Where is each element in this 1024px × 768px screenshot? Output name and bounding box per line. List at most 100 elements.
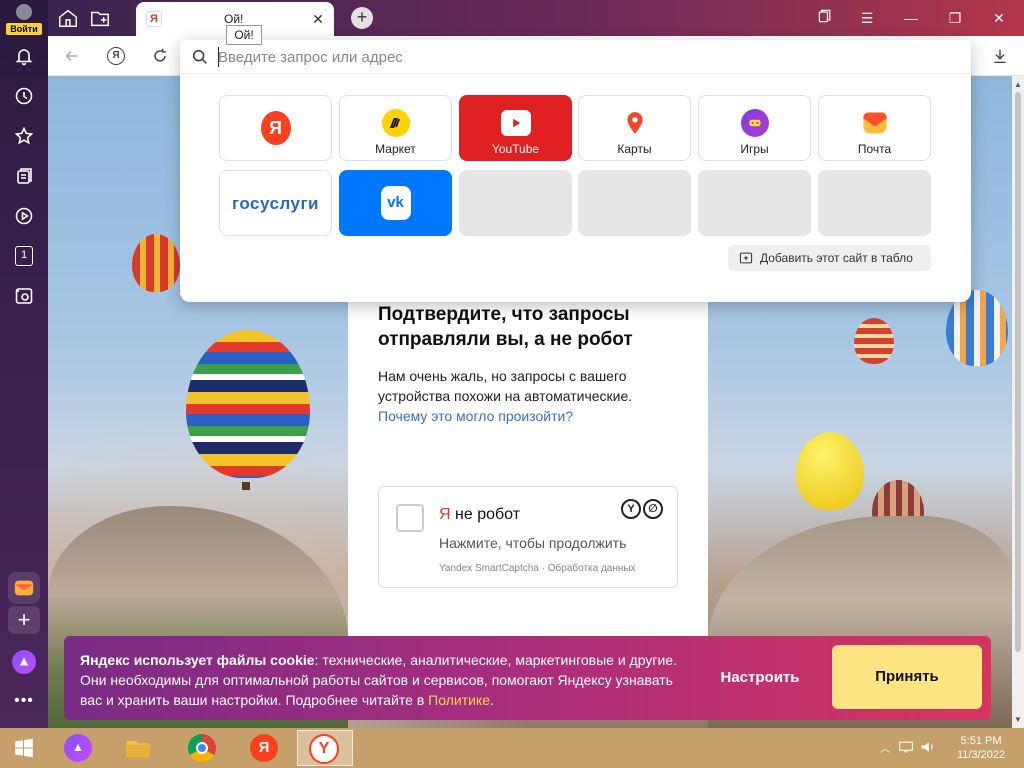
user-avatar-icon xyxy=(16,4,32,20)
close-window-icon[interactable]: ✕ xyxy=(988,8,1010,28)
policy-link[interactable]: Политике xyxy=(428,692,490,708)
balloon-image xyxy=(854,318,894,364)
tab-title: Ой! xyxy=(224,12,244,26)
reload-icon[interactable] xyxy=(148,44,172,68)
add-site-label: Добавить этот сайт в табло xyxy=(760,251,913,265)
search-icon xyxy=(192,49,207,64)
scroll-up-icon[interactable]: ▲ xyxy=(1014,80,1022,89)
tile-yandex[interactable]: Я xyxy=(219,95,332,161)
address-bar xyxy=(180,40,971,74)
notifications-bell-icon[interactable] xyxy=(12,44,36,68)
restore-icon[interactable]: ❐ xyxy=(944,8,966,28)
cookie-banner: Яндекс использует файлы cookie: техничес… xyxy=(64,636,991,720)
volume-icon[interactable] xyxy=(920,740,936,754)
not-robot-text: не робот xyxy=(455,506,521,523)
smartcaptcha-logo-icon: Y ∅ xyxy=(621,499,665,521)
tabs-counter-icon[interactable]: 1 xyxy=(12,244,36,268)
back-arrow-icon[interactable] xyxy=(60,44,84,68)
chrome-icon[interactable] xyxy=(186,732,218,764)
cookie-end: . xyxy=(490,692,494,708)
balloon-image xyxy=(796,432,864,510)
captcha-description-text: Нам очень жаль, но запросы с вашего устр… xyxy=(378,368,633,404)
minimize-icon[interactable]: — xyxy=(900,8,922,28)
alice-assistant-icon[interactable] xyxy=(12,650,36,674)
games-icon xyxy=(740,108,770,138)
tile-youtube[interactable]: YouTube xyxy=(459,95,572,161)
captcha-title: Подтвердите, что запросы отправляли вы, … xyxy=(378,304,633,350)
page-scrollbar[interactable]: ▲ ▼ xyxy=(1012,76,1024,728)
network-icon[interactable] xyxy=(898,740,914,754)
add-app-icon[interactable]: + xyxy=(8,606,40,634)
market-icon xyxy=(381,108,411,138)
more-dots-icon[interactable]: ••• xyxy=(12,692,36,716)
address-input[interactable] xyxy=(218,45,918,69)
media-play-icon[interactable] xyxy=(12,204,36,228)
yandex-favicon: Я xyxy=(146,11,162,27)
captcha-card: Подтвердите, что запросы отправляли вы, … xyxy=(348,290,708,636)
tile-empty[interactable] xyxy=(578,170,691,236)
yandex-home-icon[interactable]: Я xyxy=(104,44,128,68)
clock-time: 5:51 PM xyxy=(960,735,1002,747)
omnibox-dropdown: Я Маркет YouTube Карты Игры xyxy=(180,40,971,302)
text-caret xyxy=(218,47,219,67)
vk-icon: vk xyxy=(380,186,411,220)
screenshot-camera-icon[interactable] xyxy=(12,284,36,308)
maps-icon xyxy=(620,108,650,138)
tile-label: Карты xyxy=(617,142,652,156)
scroll-down-icon[interactable]: ▼ xyxy=(1014,715,1022,724)
cookie-bold-text: Яндекс использует файлы cookie xyxy=(80,652,315,668)
new-tab-button[interactable]: + xyxy=(351,7,373,29)
tile-mail[interactable]: Почта xyxy=(818,95,931,161)
alice-taskbar-icon[interactable] xyxy=(62,732,94,764)
tab-close-icon[interactable]: ✕ xyxy=(310,11,326,27)
tile-market[interactable]: Маркет xyxy=(339,95,452,161)
basket-image xyxy=(242,482,250,490)
yandex-browser-taskbar-button[interactable]: Y xyxy=(297,730,353,766)
balloon-image xyxy=(132,234,180,292)
bookmarks-star-icon[interactable] xyxy=(12,124,36,148)
login-button[interactable]: Войти xyxy=(6,4,42,35)
cookie-accept-button[interactable]: Принять xyxy=(832,645,982,709)
home-tab-icon[interactable] xyxy=(54,4,82,32)
windows-start-icon[interactable] xyxy=(8,732,40,764)
tray-chevron-icon[interactable]: ︿ xyxy=(880,740,890,755)
tile-maps[interactable]: Карты xyxy=(578,95,691,161)
login-label: Войти xyxy=(6,23,42,35)
cookie-settings-button[interactable]: Настроить xyxy=(704,646,816,710)
balloon-image xyxy=(186,330,310,478)
tab-strip: Я Ой! ✕ + ☰ — ❐ ✕ xyxy=(48,0,1024,36)
file-explorer-icon[interactable] xyxy=(122,732,154,764)
tile-gosuslugi[interactable]: госуслуги xyxy=(219,170,332,236)
youtube-icon xyxy=(500,108,531,138)
collections-icon[interactable] xyxy=(12,164,36,188)
yandex-letter: Я xyxy=(439,506,451,523)
not-robot-checkbox[interactable] xyxy=(396,504,424,532)
tile-empty[interactable] xyxy=(459,170,572,236)
clock[interactable]: 5:51 PM 11/3/2022 xyxy=(946,734,1016,762)
captcha-description: Нам очень жаль, но запросы с вашего устр… xyxy=(378,366,678,426)
smartcaptcha-footer[interactable]: Yandex SmartCaptcha · Обработка данных xyxy=(439,563,636,574)
browser-sidebar: Войти 1 + ••• xyxy=(0,0,48,728)
system-tray: ︿ 5:51 PM 11/3/2022 xyxy=(854,728,1024,768)
mail-app-icon[interactable] xyxy=(8,572,40,604)
bookmarks-panel-icon[interactable] xyxy=(814,8,836,28)
smartcaptcha-widget: Я не робот Нажмите, чтобы продолжить Yan… xyxy=(378,486,678,588)
tile-empty[interactable] xyxy=(818,170,931,236)
tile-empty[interactable] xyxy=(698,170,811,236)
yandex-taskbar-icon[interactable]: Я xyxy=(248,732,280,764)
new-group-icon[interactable] xyxy=(86,4,114,32)
tile-label: Почта xyxy=(857,142,892,156)
tab-tooltip: Ой! xyxy=(226,25,262,45)
history-clock-icon[interactable] xyxy=(12,84,36,108)
tile-vk[interactable]: vk xyxy=(339,170,452,236)
why-link[interactable]: Почему это могло произойти? xyxy=(378,408,573,424)
scrollbar-thumb[interactable] xyxy=(1015,92,1021,652)
gosuslugi-logo: госуслуги xyxy=(220,194,331,214)
add-site-button[interactable]: Добавить этот сайт в табло xyxy=(728,245,931,271)
downloads-icon[interactable] xyxy=(988,44,1012,68)
mail-icon xyxy=(860,108,890,138)
tile-games[interactable]: Игры xyxy=(698,95,811,161)
tile-label: Игры xyxy=(740,142,769,156)
menu-hamburger-icon[interactable]: ☰ xyxy=(856,8,878,28)
cookie-text: Яндекс использует файлы cookie: техничес… xyxy=(80,650,680,710)
